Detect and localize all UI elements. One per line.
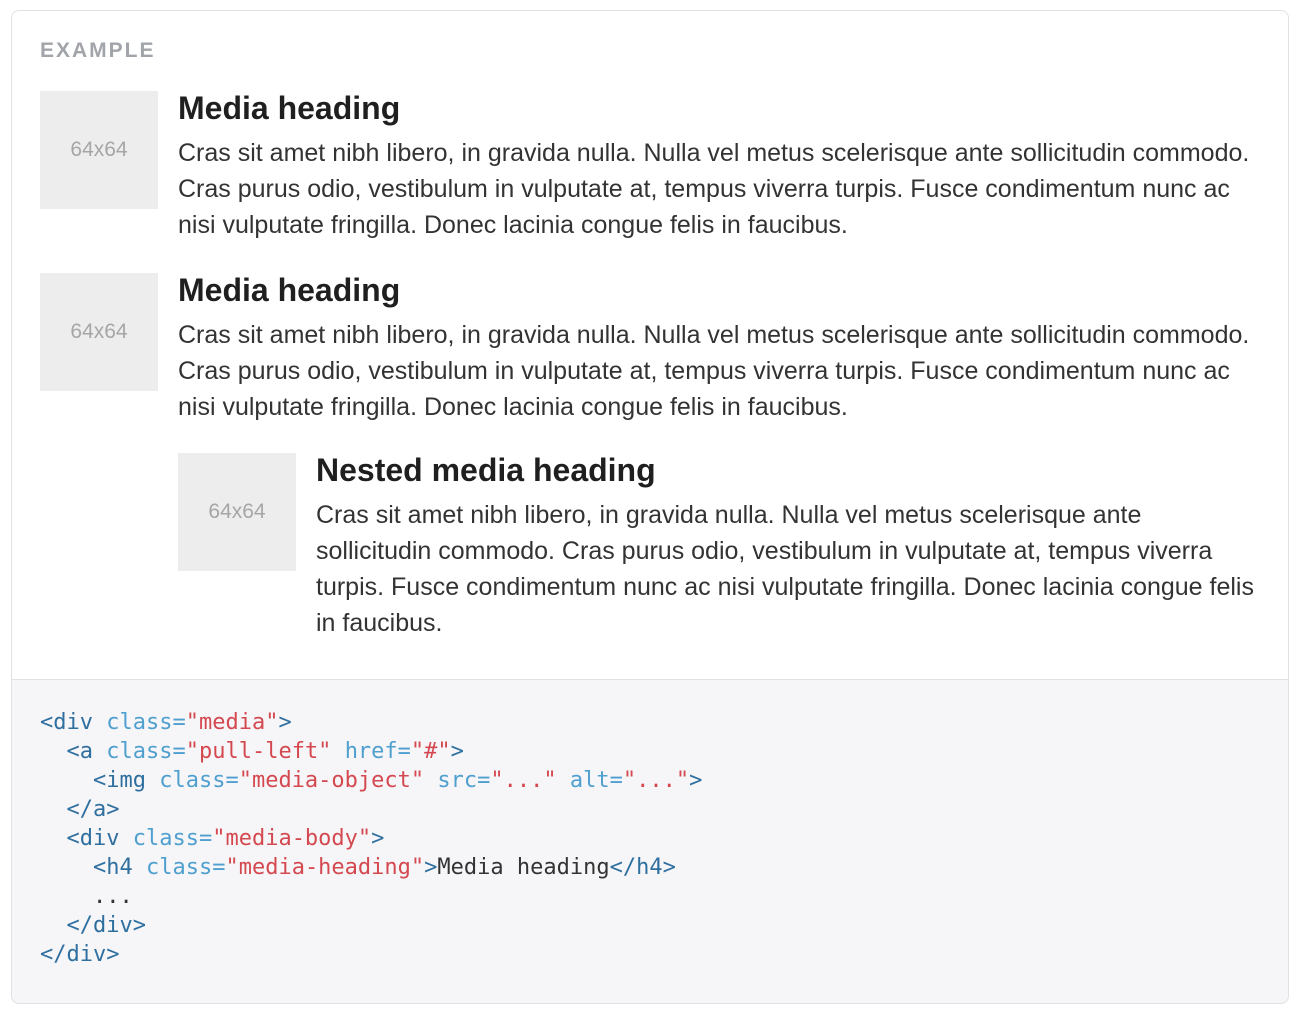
media-object-placeholder-image[interactable]: 64x64 <box>40 91 158 209</box>
code-line: </div> <box>40 940 1260 969</box>
code-token: </div> <box>66 913 146 938</box>
media-text: Cras sit amet nibh libero, in gravida nu… <box>178 139 1250 239</box>
code-token: "media-body" <box>212 826 372 851</box>
media-heading: Media heading <box>178 272 401 308</box>
code-token: class= <box>132 826 213 851</box>
code-token: "media" <box>185 710 279 735</box>
media-body: Media heading Cras sit amet nibh libero,… <box>178 273 1260 641</box>
code-line: </a> <box>40 795 1260 824</box>
code-line: <h4 class="media-heading">Media heading<… <box>40 853 1260 882</box>
code-token: class= <box>145 855 226 880</box>
code-token: class= <box>106 739 186 764</box>
example-pane: EXAMPLE 64x64 Media heading Cras sit ame… <box>11 10 1289 679</box>
nested-media-heading: Nested media heading <box>316 452 656 488</box>
code-token: "media-object" <box>238 768 425 793</box>
code-token: "..." <box>490 768 557 793</box>
code-token: </h4> <box>609 855 676 880</box>
code-token: Media heading <box>437 855 610 880</box>
code-token: "..." <box>622 768 690 793</box>
media-body: Nested media heading Cras sit amet nibh … <box>316 453 1260 641</box>
code-line: <a class="pull-left" href="#"> <box>40 737 1260 766</box>
code-token: <img <box>92 768 146 793</box>
code-token: class= <box>159 768 239 793</box>
media-object-placeholder-image[interactable]: 64x64 <box>178 453 296 571</box>
code-block: <div class="media"> <a class="pull-left"… <box>11 679 1289 1004</box>
code-token: > <box>689 768 703 793</box>
code-token: <h4 <box>92 855 133 880</box>
code-token: alt= <box>569 768 623 793</box>
code-token: ... <box>40 884 133 909</box>
media-heading: Media heading <box>178 90 401 126</box>
code-line: <div class="media"> <box>40 708 1260 737</box>
code-line: </div> <box>40 911 1260 940</box>
code-token: </div> <box>40 942 120 967</box>
media-text: Cras sit amet nibh libero, in gravida nu… <box>316 501 1254 637</box>
code-token: "media-heading" <box>225 855 425 880</box>
code-token: </a> <box>66 797 120 822</box>
media-item: 64x64 Media heading Cras sit amet nibh l… <box>40 91 1260 243</box>
code-token: > <box>278 710 292 735</box>
nested-media-item: 64x64 Nested media heading Cras sit amet… <box>178 453 1260 641</box>
code-line: <img class="media-object" src="..." alt=… <box>40 766 1260 795</box>
media-body: Media heading Cras sit amet nibh libero,… <box>178 91 1260 243</box>
media-object-placeholder-image[interactable]: 64x64 <box>40 273 158 391</box>
example-label: EXAMPLE <box>40 39 156 62</box>
code-token: <div <box>66 826 120 851</box>
code-line: <div class="media-body"> <box>40 824 1260 853</box>
media-item: 64x64 Media heading Cras sit amet nibh l… <box>40 273 1260 641</box>
code-token: src= <box>437 768 491 793</box>
code-token: <div <box>40 710 93 735</box>
code-token: > <box>371 826 385 851</box>
code-token: <a <box>66 739 94 764</box>
code-line: ... <box>40 882 1260 911</box>
media-text: Cras sit amet nibh libero, in gravida nu… <box>178 321 1250 421</box>
code-token: "pull-left" <box>185 739 332 764</box>
code-token: > <box>424 855 438 880</box>
code-token: > <box>450 739 464 764</box>
code-token: href= <box>344 739 411 764</box>
code-token: "#" <box>410 739 451 764</box>
code-token: class= <box>106 710 186 735</box>
